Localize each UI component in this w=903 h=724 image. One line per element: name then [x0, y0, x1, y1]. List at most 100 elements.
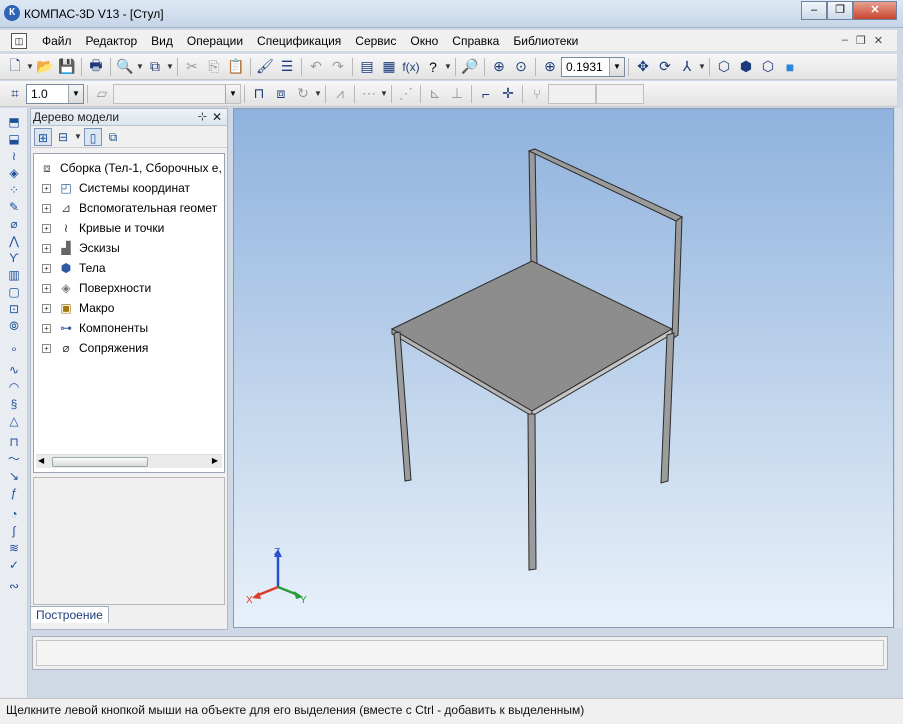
manager-icon[interactable]: ▤: [356, 56, 378, 78]
undo-icon[interactable]: ↶: [305, 56, 327, 78]
orientation-icon[interactable]: ⅄: [676, 56, 698, 78]
menu-window[interactable]: Окно: [403, 34, 445, 48]
expand-icon[interactable]: +: [42, 283, 51, 293]
point-icon[interactable]: ∘: [2, 341, 26, 358]
coordinates-icon[interactable]: ✛: [497, 83, 519, 105]
bend-icon[interactable]: ↘: [2, 468, 26, 485]
tree-horizontal-scrollbar[interactable]: ◀ ▶: [36, 454, 222, 468]
doc-close-button[interactable]: ✕: [874, 34, 883, 47]
properties-dropdown-arrow[interactable]: ▼: [166, 62, 174, 71]
tree-item-bodies[interactable]: + ⬢ Тела: [42, 260, 106, 276]
menu-file[interactable]: Файл: [35, 34, 79, 48]
pin-icon[interactable]: ⊹: [198, 109, 207, 125]
tree-order-icon[interactable]: ⊟: [54, 128, 72, 146]
tree-item-curves-points[interactable]: + ≀ Кривые и точки: [42, 220, 164, 236]
doc-restore-button[interactable]: ❐: [856, 34, 866, 47]
minimize-button[interactable]: ‒: [801, 1, 827, 20]
tab-construction[interactable]: Построение: [30, 606, 109, 623]
hidden-lines-icon[interactable]: ⬢: [735, 56, 757, 78]
open-folder-icon[interactable]: 📂: [34, 56, 56, 78]
function-icon[interactable]: f(x): [400, 56, 422, 78]
tree-mode-dropdown-arrow[interactable]: ▼: [74, 132, 82, 141]
dimensions-icon[interactable]: ⋀: [2, 233, 26, 250]
save-icon[interactable]: 💾: [56, 56, 78, 78]
paste-icon[interactable]: 📋: [225, 56, 247, 78]
report-icon[interactable]: ▢: [2, 284, 26, 301]
doc-minimize-button[interactable]: ‒: [842, 34, 848, 47]
expand-icon[interactable]: +: [42, 343, 51, 353]
snap-icon[interactable]: ⋰: [395, 83, 417, 105]
help-icon[interactable]: ?: [422, 56, 444, 78]
menu-libraries[interactable]: Библиотеки: [506, 34, 585, 48]
scroll-thumb[interactable]: [52, 457, 148, 467]
helix-icon[interactable]: §: [2, 396, 26, 413]
document-icon[interactable]: ◫: [11, 32, 27, 49]
new-dropdown-arrow[interactable]: ▼: [26, 62, 34, 71]
help-dropdown-arrow[interactable]: ▼: [444, 62, 452, 71]
tree-root-item[interactable]: ⧈ Сборка (Тел-1, Сборочных е,: [38, 160, 222, 176]
wireframe-icon[interactable]: ⬡: [713, 56, 735, 78]
tree-relations-icon[interactable]: ⧉: [104, 128, 122, 146]
rotate-icon[interactable]: ⟳: [654, 56, 676, 78]
scroll-left-icon[interactable]: ◀: [38, 456, 44, 465]
orientation-dropdown-arrow[interactable]: ▼: [698, 62, 706, 71]
properties-icon[interactable]: ⧉: [144, 56, 166, 78]
pan-icon[interactable]: ✥: [632, 56, 654, 78]
tree-item-auxiliary-geometry[interactable]: + ⊿ Вспомогательная геомет: [42, 200, 217, 216]
restore-button[interactable]: ❐: [827, 1, 853, 20]
tree-item-macro[interactable]: + ▣ Макро: [42, 300, 114, 316]
zoom-combo[interactable]: 0.1931 ▼: [561, 56, 625, 77]
surfaces-tool-icon[interactable]: ◈: [2, 165, 26, 182]
spatial-curves-icon[interactable]: ≀: [2, 148, 26, 165]
selection-icon[interactable]: ⊡: [2, 301, 26, 318]
spline-icon[interactable]: ∿: [2, 362, 26, 379]
expand-icon[interactable]: +: [42, 323, 51, 333]
new-document-icon[interactable]: 🗋: [4, 56, 26, 78]
copy-icon[interactable]: ⎘: [203, 56, 225, 78]
ortho-icon[interactable]: ⊥: [446, 83, 468, 105]
tree-item-mates[interactable]: + ⌀ Сопряжения: [42, 340, 148, 356]
halftone-icon[interactable]: ⬡: [757, 56, 779, 78]
step-combo[interactable]: 1.0 ▼: [26, 83, 84, 104]
menu-edit[interactable]: Редактор: [79, 34, 145, 48]
menu-specification[interactable]: Спецификация: [250, 34, 348, 48]
tree-structure-icon[interactable]: ⊞: [34, 127, 52, 146]
preview-dropdown-arrow[interactable]: ▼: [136, 62, 144, 71]
expand-icon[interactable]: +: [42, 203, 51, 213]
format-brush-icon[interactable]: 🖌: [254, 56, 276, 78]
grid-dropdown-arrow[interactable]: ▼: [380, 89, 388, 98]
zoom-fit-icon[interactable]: ⊙: [510, 56, 532, 78]
edit-dropdown-arrow[interactable]: ▼: [314, 89, 322, 98]
sheet-metal-icon[interactable]: ⦾: [2, 318, 26, 335]
menu-help[interactable]: Справка: [445, 34, 506, 48]
wave-icon[interactable]: ∾: [2, 578, 26, 595]
tree-item-surfaces[interactable]: + ◈ Поверхности: [42, 280, 151, 296]
cone-icon[interactable]: △: [2, 413, 26, 430]
approximation-icon[interactable]: ≋: [2, 540, 26, 557]
intersection-icon[interactable]: ∫: [2, 523, 26, 540]
tree-panel-icon[interactable]: ▯: [84, 127, 102, 146]
add-component-icon[interactable]: ⬓: [2, 131, 26, 148]
curve-icon[interactable]: 〜: [2, 451, 26, 468]
list-icon[interactable]: ☰: [276, 56, 298, 78]
redo-icon[interactable]: ↷: [327, 56, 349, 78]
tree-item-coordinate-systems[interactable]: + ◰ Системы координат: [42, 180, 190, 196]
chevron-down-icon[interactable]: ▼: [609, 57, 624, 76]
variables-icon[interactable]: ▦: [378, 56, 400, 78]
menu-service[interactable]: Сервис: [348, 34, 403, 48]
zoom-scale-icon[interactable]: ⊕: [539, 56, 561, 78]
preview-icon[interactable]: 🔍: [114, 56, 136, 78]
polyline-icon[interactable]: ⊓: [2, 434, 26, 451]
cut-icon[interactable]: ✂: [181, 56, 203, 78]
mates-tool-icon[interactable]: ⌀: [2, 216, 26, 233]
3d-viewport[interactable]: Z X Y: [233, 108, 894, 628]
shaded-icon[interactable]: ■: [779, 56, 801, 78]
zoom-window-icon[interactable]: 🔎: [459, 56, 481, 78]
tree-item-sketches[interactable]: + ▟ Эскизы: [42, 240, 120, 256]
spec-icon[interactable]: ▥: [2, 267, 26, 284]
close-button[interactable]: ✕: [853, 1, 897, 20]
chevron-down-icon[interactable]: ▼: [68, 84, 83, 103]
arrays-icon[interactable]: ⁘: [2, 182, 26, 199]
expand-icon[interactable]: +: [42, 183, 51, 193]
expand-icon[interactable]: +: [42, 263, 51, 273]
